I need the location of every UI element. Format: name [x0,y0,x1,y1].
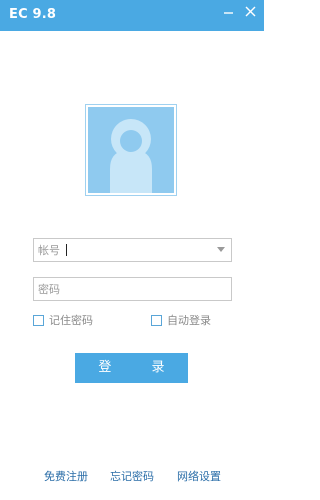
minimize-button[interactable] [220,3,238,21]
remember-password-label: 记住密码 [49,314,93,327]
minimize-icon [224,12,233,14]
checkbox-icon[interactable] [151,314,162,326]
title-bar: EC 9.8 [0,0,264,31]
avatar-image [88,107,174,193]
chevron-down-icon[interactable] [217,247,225,252]
text-cursor [66,244,67,256]
window-title: EC 9.8 [9,7,57,22]
auto-login-checkbox[interactable]: 自动登录 [151,313,211,327]
password-field[interactable] [33,277,232,301]
password-input[interactable] [34,278,208,301]
forgot-password-link[interactable]: 忘记密码 [110,468,154,484]
avatar[interactable] [85,104,177,196]
account-field[interactable] [33,238,232,262]
close-button[interactable] [242,3,260,21]
checkbox-icon[interactable] [33,314,44,326]
account-input[interactable] [34,239,208,262]
network-settings-link[interactable]: 网络设置 [177,468,221,484]
remember-password-checkbox[interactable]: 记住密码 [33,313,93,327]
login-button[interactable]: 登 录 [75,353,188,383]
register-link[interactable]: 免费注册 [44,468,88,484]
close-icon [245,6,256,17]
user-silhouette-icon [110,119,152,193]
auto-login-label: 自动登录 [167,314,211,327]
